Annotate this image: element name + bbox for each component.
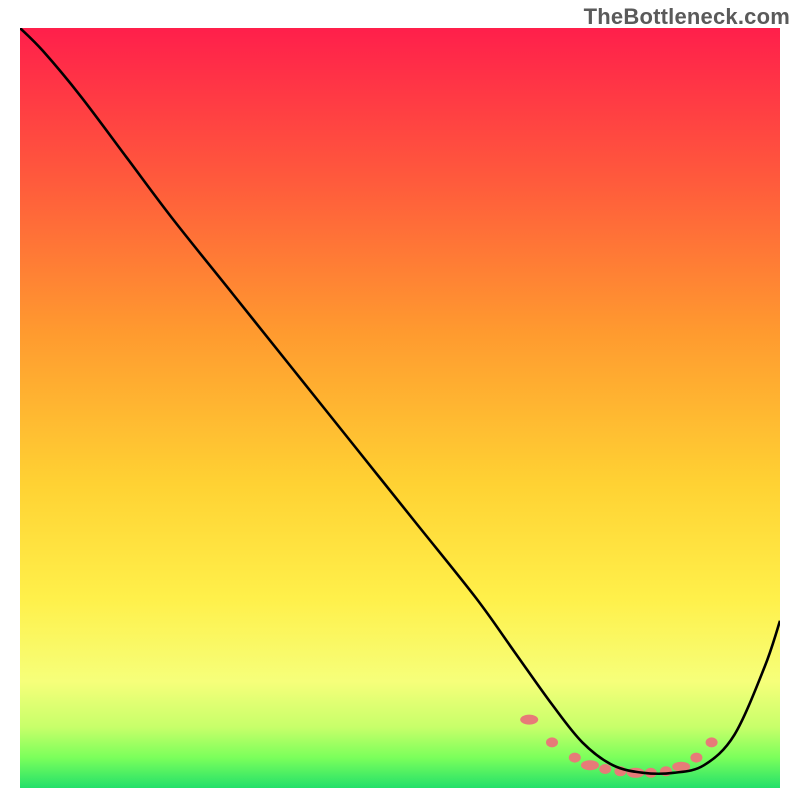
marker-dot [520, 715, 538, 725]
marker-dot [581, 760, 599, 770]
watermark-text: TheBottleneck.com [584, 4, 790, 30]
marker-dot [706, 737, 718, 747]
chart-frame: TheBottleneck.com [0, 0, 800, 800]
marker-dot [569, 753, 581, 763]
plot-area [20, 28, 780, 788]
gradient-background [20, 28, 780, 788]
marker-dot [690, 753, 702, 763]
marker-dot [599, 764, 611, 774]
chart-svg [20, 28, 780, 788]
marker-dot [546, 737, 558, 747]
